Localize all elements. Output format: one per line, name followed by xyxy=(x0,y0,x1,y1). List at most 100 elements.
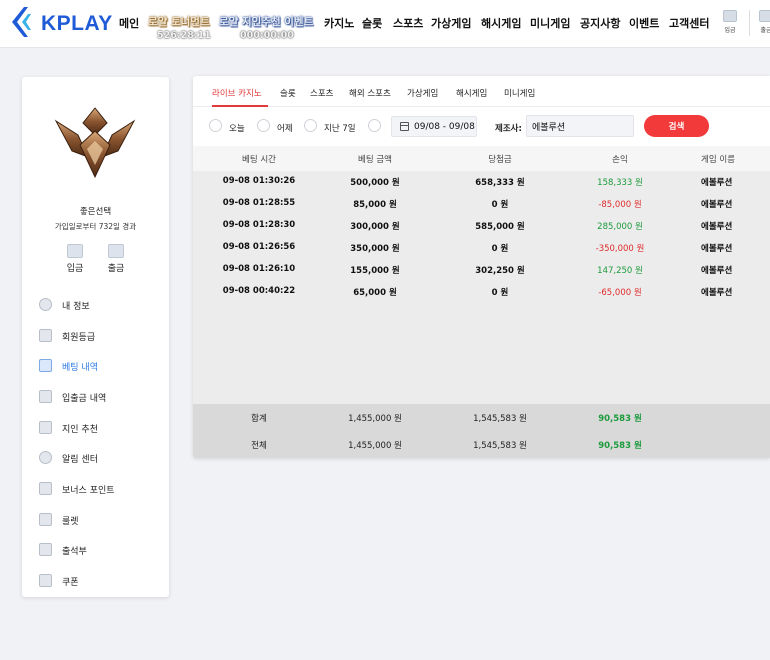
sidebar-item-coupon[interactable]: 쿠폰 xyxy=(39,573,159,589)
sidebar-deposit-button[interactable]: 입금 xyxy=(60,244,90,274)
search-button[interactable]: 검색 xyxy=(644,115,709,137)
table-header: 베팅 시간 베팅 금액 당첨금 손익 게임 이름 xyxy=(193,146,770,171)
nav-notice[interactable]: 공지사항 xyxy=(580,15,620,31)
header-deposit-button[interactable]: 입금 xyxy=(718,10,742,34)
date-range-picker[interactable]: 09/08 - 09/08 xyxy=(391,116,477,137)
sidebar-item-attendance[interactable]: 출석부 xyxy=(39,542,159,558)
rank-emblem-icon xyxy=(54,107,136,179)
sidebar-withdraw-button[interactable]: 출금 xyxy=(101,244,131,274)
table-row[interactable]: 09-08 01:26:10 155,000 원 302,250 원 147,2… xyxy=(193,259,770,281)
nav-main[interactable]: 메인 xyxy=(119,15,139,31)
sidebar-item-bet-history[interactable]: 베팅 내역 xyxy=(39,358,159,374)
sidebar-item-roulette[interactable]: 룰렛 xyxy=(39,512,159,528)
nav-support[interactable]: 고객센터 xyxy=(669,15,709,31)
total-winnings: 1,545,583 원 xyxy=(473,441,527,451)
main-nav: 메인 로얄 토너먼트 526:28:11 로얄 지인추천 이벤트 000:00:… xyxy=(0,0,770,48)
radio-last-7-days[interactable] xyxy=(304,119,317,132)
nav-sports[interactable]: 스포츠 xyxy=(393,15,423,31)
profit: -65,000 원 xyxy=(598,288,642,298)
winnings: 658,333 원 xyxy=(475,178,525,188)
profit: -350,000 원 xyxy=(595,244,645,254)
subtotal-profit: 90,583 원 xyxy=(598,414,642,424)
calendar-check-icon xyxy=(39,543,52,556)
sidebar-item-label: 알림 센터 xyxy=(62,455,98,465)
radio-today[interactable] xyxy=(209,119,222,132)
column-header-bet-time: 베팅 시간 xyxy=(242,155,276,165)
bet-amount: 85,000 원 xyxy=(353,200,397,210)
profit: -85,000 원 xyxy=(598,200,642,210)
nav-mini[interactable]: 미니게임 xyxy=(530,15,570,31)
table-row[interactable]: 09-08 01:26:56 350,000 원 0 원 -350,000 원 … xyxy=(193,237,770,259)
bet-amount: 500,000 원 xyxy=(350,178,400,188)
subtotal-bet: 1,455,000 원 xyxy=(348,414,402,424)
total-profit: 90,583 원 xyxy=(598,441,642,451)
profit: 158,333 원 xyxy=(597,178,643,188)
nav-casino[interactable]: 카지노 xyxy=(324,15,354,31)
radio-yesterday[interactable] xyxy=(257,119,270,132)
nav-referral-promo[interactable]: 로얄 지인추천 이벤트 xyxy=(219,14,313,29)
sidebar-item-my-info[interactable]: 내 정보 xyxy=(39,297,159,313)
header-withdraw-button[interactable]: 출금 xyxy=(754,10,770,34)
game-name: 에볼루션 xyxy=(701,178,733,188)
sidebar-item-member-grade[interactable]: 회원등급 xyxy=(39,328,159,344)
tab-overseas-sports[interactable]: 해외 스포츠 xyxy=(349,87,391,99)
calendar-icon xyxy=(400,122,409,131)
deposit-icon xyxy=(723,10,737,22)
total-row: 전체 1,455,000 원 1,545,583 원 90,583 원 xyxy=(193,431,770,458)
bet-time: 09-08 01:30:26 xyxy=(222,176,296,186)
subtotal-label: 합계 xyxy=(251,414,267,424)
provider-input[interactable] xyxy=(526,115,634,137)
column-header-winnings: 당첨금 xyxy=(488,155,512,165)
tab-slot[interactable]: 슬롯 xyxy=(280,87,296,99)
sidebar-item-notifications[interactable]: 알림 센터 xyxy=(39,450,159,466)
nav-tournament-promo[interactable]: 로얄 토너먼트 xyxy=(148,14,210,29)
tournament-timer: 526:28:11 xyxy=(157,30,211,41)
column-header-bet-amount: 베팅 금액 xyxy=(358,155,392,165)
nav-event[interactable]: 이벤트 xyxy=(629,15,659,31)
withdraw-icon xyxy=(759,10,770,22)
subtotal-winnings: 1,545,583 원 xyxy=(473,414,527,424)
nav-virtual[interactable]: 가상게임 xyxy=(431,15,471,31)
tab-virtual[interactable]: 가상게임 xyxy=(407,87,438,99)
sidebar-item-cash-history[interactable]: 입출금 내역 xyxy=(39,389,159,405)
sidebar-item-label: 회원등급 xyxy=(62,333,96,343)
game-name: 에볼루션 xyxy=(701,244,733,254)
nav-hash[interactable]: 해시게임 xyxy=(481,15,521,31)
bet-amount: 300,000 원 xyxy=(350,222,400,232)
filter-bar: 오늘 어제 지난 7일 09/08 - 09/08 제조사: 검색 xyxy=(193,108,770,144)
bet-history-table: 베팅 시간 베팅 금액 당첨금 손익 게임 이름 09-08 01:30:26 … xyxy=(193,146,770,458)
tab-hash[interactable]: 해시게임 xyxy=(456,87,487,99)
table-row[interactable]: 09-08 01:28:30 300,000 원 585,000 원 285,0… xyxy=(193,215,770,237)
bet-amount: 65,000 원 xyxy=(353,288,397,298)
tab-sports[interactable]: 스포츠 xyxy=(310,87,333,99)
roulette-icon xyxy=(39,513,52,526)
chat-icon xyxy=(39,451,52,464)
tab-live-casino[interactable]: 라이브 카지노 xyxy=(212,87,262,99)
tab-mini[interactable]: 미니게임 xyxy=(504,87,535,99)
top-header: KPLAY 메인 로얄 토너먼트 526:28:11 로얄 지인추천 이벤트 0… xyxy=(0,0,770,48)
sidebar-item-label: 지인 추천 xyxy=(62,425,98,435)
user-icon xyxy=(39,298,52,311)
wallet-icon xyxy=(39,390,52,403)
shield-icon xyxy=(39,329,52,342)
bet-time: 09-08 01:26:10 xyxy=(222,264,296,274)
sidebar-item-referral[interactable]: 지인 추천 xyxy=(39,420,159,436)
date-range-value: 09/08 - 09/08 xyxy=(414,122,475,132)
table-row[interactable]: 09-08 01:28:55 85,000 원 0 원 -85,000 원 에볼… xyxy=(193,193,770,215)
game-name: 에볼루션 xyxy=(701,288,733,298)
game-name: 에볼루션 xyxy=(701,222,733,232)
sidebar-item-label: 쿠폰 xyxy=(62,578,79,588)
provider-label: 제조사: xyxy=(495,124,522,134)
radio-custom-range[interactable] xyxy=(368,119,381,132)
bet-amount: 155,000 원 xyxy=(350,266,400,276)
active-tab-indicator xyxy=(212,105,268,107)
user-nickname: 좋은선택 xyxy=(79,207,112,217)
table-row[interactable]: 09-08 00:40:22 65,000 원 0 원 -65,000 원 에볼… xyxy=(193,281,770,303)
radio-yesterday-label: 어제 xyxy=(277,124,293,134)
withdraw-icon xyxy=(108,244,124,258)
nav-slot[interactable]: 슬롯 xyxy=(362,15,382,31)
table-row[interactable]: 09-08 01:30:26 500,000 원 658,333 원 158,3… xyxy=(193,171,770,193)
column-header-game-name: 게임 이름 xyxy=(701,155,735,165)
subtotal-row: 합계 1,455,000 원 1,545,583 원 90,583 원 xyxy=(193,404,770,431)
sidebar-item-bonus-points[interactable]: 보너스 포인트 xyxy=(39,481,159,497)
